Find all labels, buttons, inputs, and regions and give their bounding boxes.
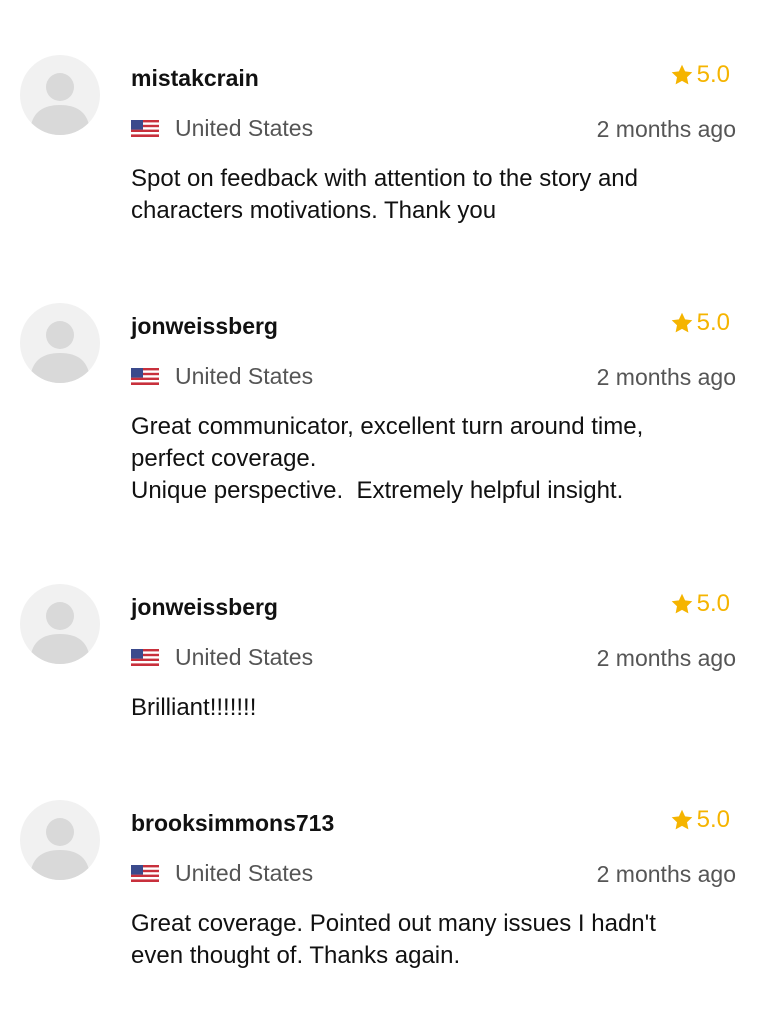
reviewer-country: United States (131, 363, 313, 390)
us-flag-icon (131, 120, 159, 137)
reviewer-username[interactable]: jonweissberg (131, 313, 278, 340)
country-name: United States (175, 115, 314, 141)
default-user-avatar-icon[interactable] (20, 800, 100, 880)
comment-line: Unique perspective. Extremely helpful in… (131, 477, 624, 504)
review-comment: Spot on feedback with attention to the s… (131, 163, 731, 227)
rating: 5.0 (670, 806, 730, 834)
review-comment: Great communicator, excellent turn aroun… (131, 411, 731, 507)
star-icon (671, 809, 692, 830)
default-user-avatar-icon[interactable] (20, 303, 100, 383)
comment-line: perfect coverage. (131, 445, 317, 472)
star-icon (671, 64, 692, 85)
us-flag-icon (131, 865, 159, 882)
star-icon (671, 312, 692, 333)
comment-line: even thought of. Thanks again. (131, 942, 461, 969)
default-user-avatar-icon[interactable] (20, 584, 100, 664)
comment-line: Brilliant!!!!!!! (131, 694, 257, 721)
rating-score: 5.0 (696, 806, 730, 833)
rating: 5.0 (670, 61, 730, 89)
rating-score: 5.0 (696, 309, 730, 336)
country-name: United States (175, 363, 314, 389)
reviewer-country: United States (131, 860, 313, 887)
star-icon (671, 593, 692, 614)
us-flag-icon (131, 649, 159, 666)
comment-line: characters motivations. Thank you (131, 197, 497, 224)
review-time: 2 months ago (596, 645, 736, 671)
rating-score: 5.0 (696, 61, 730, 88)
comment-line: Great communicator, excellent turn aroun… (131, 413, 644, 440)
rating: 5.0 (670, 309, 730, 337)
country-name: United States (175, 860, 314, 886)
comment-line: Spot on feedback with attention to the s… (131, 165, 638, 192)
review-time: 2 months ago (596, 116, 736, 142)
reviewer-username[interactable]: brooksimmons713 (131, 810, 334, 837)
country-name: United States (175, 644, 314, 670)
reviewer-username[interactable]: mistakcrain (131, 65, 259, 92)
reviewer-username[interactable]: jonweissberg (131, 594, 278, 621)
rating-score: 5.0 (696, 590, 730, 617)
comment-line: Great coverage. Pointed out many issues … (131, 910, 656, 937)
review-time: 2 months ago (596, 364, 736, 390)
review-comment: Great coverage. Pointed out many issues … (131, 908, 731, 972)
reviewer-country: United States (131, 644, 313, 671)
us-flag-icon (131, 368, 159, 385)
review-comment: Brilliant!!!!!!! (131, 692, 731, 724)
rating: 5.0 (670, 590, 730, 618)
default-user-avatar-icon[interactable] (20, 55, 100, 135)
reviewer-country: United States (131, 115, 313, 142)
review-time: 2 months ago (596, 861, 736, 887)
